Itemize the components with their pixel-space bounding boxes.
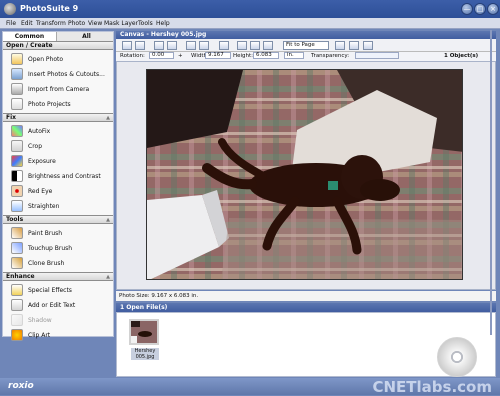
puppy-photo (147, 70, 462, 279)
undo-icon[interactable] (122, 41, 132, 50)
maximize-button[interactable]: □ (474, 3, 486, 15)
rotation-label: Rotation: (120, 53, 145, 59)
app-icon (4, 3, 16, 15)
transparency-label: Transparency: (311, 53, 350, 59)
collapse-icon[interactable]: ▲ (106, 115, 110, 122)
height-label: Height: (233, 53, 254, 59)
print-icon[interactable] (349, 41, 359, 50)
left-tabs: Common All (3, 32, 113, 41)
zoom-in-icon[interactable] (237, 41, 247, 50)
fit-icon[interactable] (263, 41, 273, 50)
photo-canvas[interactable] (146, 69, 463, 280)
minimize-button[interactable]: — (461, 3, 473, 15)
shadow-icon (11, 314, 23, 326)
width-input[interactable]: 9.167 (205, 52, 231, 59)
folder-icon (11, 53, 23, 65)
rotation-step-icon[interactable]: + (178, 53, 183, 59)
collapse-icon[interactable]: ▲ (106, 217, 110, 224)
open-files-header: 1 Open File(s) (116, 303, 496, 312)
unit-select[interactable]: in. (284, 52, 304, 59)
menu-help[interactable]: Help (156, 20, 170, 27)
align-icon[interactable] (219, 41, 229, 50)
close-button[interactable]: × (487, 3, 499, 15)
canvas-workspace[interactable] (116, 61, 496, 290)
projects-icon (11, 98, 23, 110)
paint-brush-icon (11, 227, 23, 239)
title-bar: PhotoSuite 9 — □ × (0, 0, 500, 18)
text-icon (11, 299, 23, 311)
group-icon[interactable] (186, 41, 196, 50)
touchup-brush-icon (11, 242, 23, 254)
thumbnail-label: Hershey 005.jpg (131, 348, 159, 360)
canvas-toolbar: Fit to Page (116, 39, 496, 52)
clip-art-icon (11, 329, 23, 341)
insert-photo-icon (11, 68, 23, 80)
height-input[interactable]: 6.083 (253, 52, 279, 59)
brightness-contrast-icon (11, 170, 23, 182)
bottom-bar: roxio CNETlabs.com (0, 378, 500, 396)
menu-transform[interactable]: Transform (36, 20, 66, 27)
section-fix[interactable]: Fix ▲ (3, 113, 113, 122)
red-eye-icon (11, 185, 23, 197)
photo-size-status: Photo Size: 9.167 x 6.083 in. (116, 291, 496, 301)
menu-file[interactable]: File (6, 20, 16, 27)
rotation-input[interactable]: 0.00 (149, 52, 174, 59)
collapse-icon[interactable]: ▲ (106, 274, 110, 281)
transparency-slider[interactable] (355, 52, 399, 59)
special-effects-icon (11, 284, 23, 296)
section-open-create[interactable]: Open / Create (3, 41, 113, 50)
open-files-panel: Hershey 005.jpg (116, 312, 496, 377)
section-tools[interactable]: Tools ▲ (3, 215, 113, 224)
camera-icon (11, 83, 23, 95)
menu-mask-layer[interactable]: Mask Layer (104, 20, 138, 27)
properties-bar: Rotation: 0.00 + Width: 9.167 Height: 6.… (116, 52, 496, 61)
canvas-title: Canvas - Hershey 005.jpg (116, 31, 496, 39)
ungroup-icon[interactable] (199, 41, 209, 50)
roxio-logo: roxio (8, 381, 34, 391)
menu-view[interactable]: View (88, 20, 102, 27)
redo-icon[interactable] (135, 41, 145, 50)
thumbnail-image (131, 321, 157, 343)
clone-brush-icon (11, 257, 23, 269)
menu-bar: File Edit Transform Photo View Mask Laye… (0, 18, 500, 29)
fit-select[interactable]: Fit to Page (283, 41, 329, 50)
exposure-icon (11, 155, 23, 167)
menu-photo[interactable]: Photo (68, 20, 85, 27)
crop-icon (11, 140, 23, 152)
email-icon[interactable] (363, 41, 373, 50)
left-panel: Common All Open / Create Open Photo Inse… (2, 31, 114, 341)
front-icon[interactable] (154, 41, 164, 50)
tab-common[interactable]: Common (3, 32, 57, 41)
section-enhance[interactable]: Enhance ▲ (3, 272, 113, 281)
straighten-icon (11, 200, 23, 212)
window-title: PhotoSuite 9 (20, 4, 79, 13)
save-icon[interactable] (335, 41, 345, 50)
disc-icon (437, 337, 477, 377)
panel-resizer[interactable] (490, 30, 492, 335)
tab-all[interactable]: All (58, 32, 115, 41)
photo-thumbnail[interactable] (129, 319, 159, 345)
autofix-icon (11, 125, 23, 137)
menu-tools[interactable]: Tools (138, 20, 153, 27)
zoom-out-icon[interactable] (250, 41, 260, 50)
menu-edit[interactable]: Edit (21, 20, 33, 27)
back-icon[interactable] (167, 41, 177, 50)
object-count: 1 Object(s) (444, 53, 479, 59)
watermark: CNETlabs.com (372, 378, 493, 396)
